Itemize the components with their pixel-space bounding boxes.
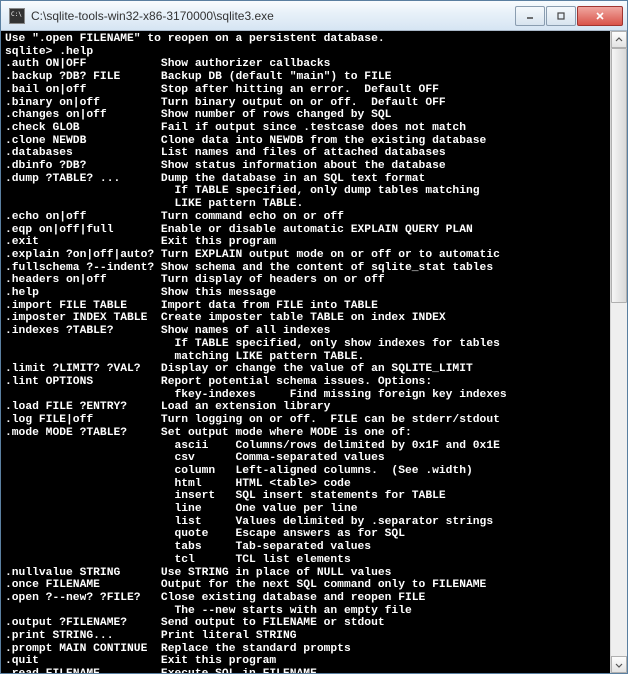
scrollbar[interactable] xyxy=(610,31,627,673)
app-icon xyxy=(9,8,25,24)
scrollbar-track[interactable] xyxy=(611,48,627,656)
window-title: C:\sqlite-tools-win32-x86-3170000\sqlite… xyxy=(31,9,514,23)
maximize-icon xyxy=(556,11,566,21)
window-buttons xyxy=(514,6,623,26)
minimize-icon xyxy=(525,11,535,21)
chevron-down-icon xyxy=(615,661,623,669)
scrollbar-thumb[interactable] xyxy=(611,48,627,303)
client-area: Use ".open FILENAME" to reopen on a pers… xyxy=(1,31,627,673)
minimize-button[interactable] xyxy=(515,6,545,26)
titlebar[interactable]: C:\sqlite-tools-win32-x86-3170000\sqlite… xyxy=(1,1,627,31)
scroll-down-button[interactable] xyxy=(611,656,627,673)
scroll-up-button[interactable] xyxy=(611,31,627,48)
maximize-button[interactable] xyxy=(546,6,576,26)
chevron-up-icon xyxy=(615,36,623,44)
console-output: Use ".open FILENAME" to reopen on a pers… xyxy=(1,31,610,673)
close-button[interactable] xyxy=(577,6,623,26)
window: C:\sqlite-tools-win32-x86-3170000\sqlite… xyxy=(0,0,628,674)
close-icon xyxy=(594,10,606,22)
